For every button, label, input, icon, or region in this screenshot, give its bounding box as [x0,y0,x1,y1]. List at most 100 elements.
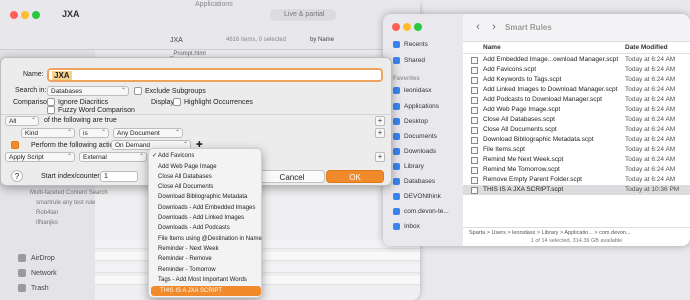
file-row[interactable]: Add Embedded Image...ownload Manager.scp… [463,55,690,65]
highlight-occurrences-checkbox[interactable]: Highlight Occurrences [173,98,253,106]
external-value: External [83,154,107,161]
path-bar[interactable]: Sparta > Users > leonidasx > Library > A… [463,227,690,237]
file-row[interactable]: File Items.scpt Today at 6:24 AM [463,145,690,155]
sidebar-item-library[interactable]: Library [393,163,424,170]
sort-popup[interactable]: by Name [310,37,334,43]
file-row[interactable]: Remove Empty Parent Folder.scpt Today at … [463,175,690,185]
checkbox-label: Fuzzy Word Comparison [58,106,135,114]
sidebar-item-devonthink[interactable]: DEVONthink [393,193,441,200]
add-action-button[interactable]: + [375,152,385,162]
finder-zoom-button[interactable] [414,23,422,31]
finder-close-button[interactable] [392,23,400,31]
sidebar-item-trash[interactable]: Trash [18,284,49,292]
documents-icon [393,133,400,140]
forward-button[interactable]: › [487,20,501,34]
sidebar-item[interactable]: smartrule any test rule [36,200,95,206]
menu-item-checked[interactable]: ✓ Add Favicons [149,151,263,161]
chevron-icon: ⌃ [100,130,106,136]
help-button[interactable]: ? [11,170,23,182]
sidebar-item[interactable]: Rob4lan [36,210,58,216]
minimize-window-button[interactable] [21,11,29,19]
sidebar-item-home[interactable]: leonidasx [393,87,431,94]
start-index-field[interactable]: 1 [100,171,138,182]
apply-script-popup[interactable]: Apply Script ⌃ [5,152,75,162]
menu-item[interactable]: Close All Databases [149,172,263,182]
menu-item[interactable]: Tags - Add Most Important Words [149,275,263,285]
menu-item[interactable]: Downloads - Add Podcasts [149,223,263,233]
file-row[interactable]: Remind Me Tomorrow.scpt Today at 6:24 AM [463,165,690,175]
menu-item-highlighted[interactable]: THIS IS A JXA SCRIPT [151,286,261,297]
script-file-icon [471,97,478,104]
is-popup[interactable]: is ⌃ [79,128,109,138]
sidebar-item[interactable]: ifNanjko [36,220,58,226]
menu-item[interactable]: Download Bibliographic Metadata [149,192,263,202]
sidebar-item-network[interactable]: Network [18,269,57,277]
kind-popup[interactable]: Kind ⌃ [21,128,75,138]
exclude-subgroups-checkbox[interactable]: Exclude Subgroups [134,87,206,95]
file-row[interactable]: Close All Documents.scpt Today at 6:24 AM [463,125,690,135]
sidebar-item-com-devon[interactable]: com.devon-te... [393,208,449,215]
finder-window: Recents Shared Favorites leonidasx Appli… [383,14,690,246]
menu-item[interactable]: Reminder - Next Week [149,244,263,254]
menu-item[interactable]: File Items using @Destination in Name [149,234,263,244]
back-button[interactable]: ‹ [471,20,485,34]
add-criteria-button[interactable]: + [375,128,385,138]
file-date: Today at 6:24 AM [625,136,676,143]
sidebar-item-recents[interactable]: Recents [393,41,428,48]
script-file-icon [471,177,478,184]
sidebar-item-databases[interactable]: Databases [393,178,435,185]
sidebar-item-applications[interactable]: Applications [393,103,439,110]
sidebar-item-downloads[interactable]: Downloads [393,148,436,155]
all-popup[interactable]: All ⌃ [5,116,39,126]
sidebar-item-documents[interactable]: Documents [393,133,437,140]
menu-item[interactable]: Downloads - Add Embedded Images [149,203,263,213]
ok-button[interactable]: OK [326,170,384,183]
live-partial-label: Live & partial [284,11,325,18]
file-row[interactable]: Download Bibliographic Metadata.scpt Toda… [463,135,690,145]
checkbox-icon [47,98,55,106]
file-date: Today at 6:24 AM [625,146,676,153]
kind-value: Kind [25,130,39,137]
sidebar-item-airdrop[interactable]: AirDrop [18,254,55,262]
menu-item[interactable]: Reminder - Remove [149,254,263,264]
zoom-window-button[interactable] [32,11,40,19]
script-file-icon [471,147,478,154]
column-name-header[interactable]: Name [483,44,501,51]
sidebar-item[interactable]: Multi-faceted Content Search [30,190,108,196]
menu-item[interactable]: Add Web Page Image [149,162,263,172]
sidebar-item-shared[interactable]: Shared [393,57,425,64]
file-row[interactable]: Add Linked Images to Download Manager.sc… [463,85,690,95]
file-row[interactable]: Add Podcasts to Download Manager.scpt Tod… [463,95,690,105]
perform-actions-checkbox[interactable] [11,141,22,149]
inbox-icon [393,223,400,230]
name-label: Name: [23,71,44,78]
finder-minimize-button[interactable] [403,23,411,31]
external-popup[interactable]: External ⌃ [79,152,147,162]
live-partial-field[interactable]: Live & partial [270,9,336,21]
add-condition-button[interactable]: + [375,116,385,126]
file-date: Today at 6:24 AM [625,176,676,183]
file-row[interactable]: Add Keywords to Tags.scpt Today at 6:24 A… [463,75,690,85]
file-row[interactable]: Close All Databases.scpt Today at 6:24 AM [463,115,690,125]
file-row[interactable]: Add Web Page Image.scpt Today at 6:24 AM [463,105,690,115]
name-field[interactable]: JXA [47,68,383,82]
sidebar-item-inbox[interactable]: Inbox [393,223,420,230]
menu-item[interactable]: Downloads - Add Linked Images [149,213,263,223]
ignore-diacritics-checkbox[interactable]: Ignore Diacritics [47,98,108,106]
fuzzy-word-checkbox[interactable]: Fuzzy Word Comparison [47,106,135,114]
close-window-button[interactable] [10,11,18,19]
file-name: Remove Empty Parent Folder.scpt [483,176,582,183]
column-date-header[interactable]: Date Modified [625,42,668,54]
menu-item[interactable]: Close All Documents [149,182,263,192]
script-file-icon [471,77,478,84]
file-row[interactable]: Add Favicons.scpt Today at 6:24 AM [463,65,690,75]
any-document-popup[interactable]: Any Document ⌃ [113,128,183,138]
search-in-popup[interactable]: Databases ⌃ [47,86,129,96]
file-row[interactable]: THIS IS A JXA SCRIPT.scpt Today at 10:36 … [463,185,690,195]
cancel-button[interactable]: Cancel [259,170,325,183]
menu-item[interactable]: Reminder - Tomorrow [149,265,263,275]
file-row[interactable]: Remind Me Next Week.scpt Today at 6:24 AM [463,155,690,165]
folder-icon [393,163,400,170]
sidebar-item-desktop[interactable]: Desktop [393,118,428,125]
chevron-icon: ⌃ [174,130,180,136]
